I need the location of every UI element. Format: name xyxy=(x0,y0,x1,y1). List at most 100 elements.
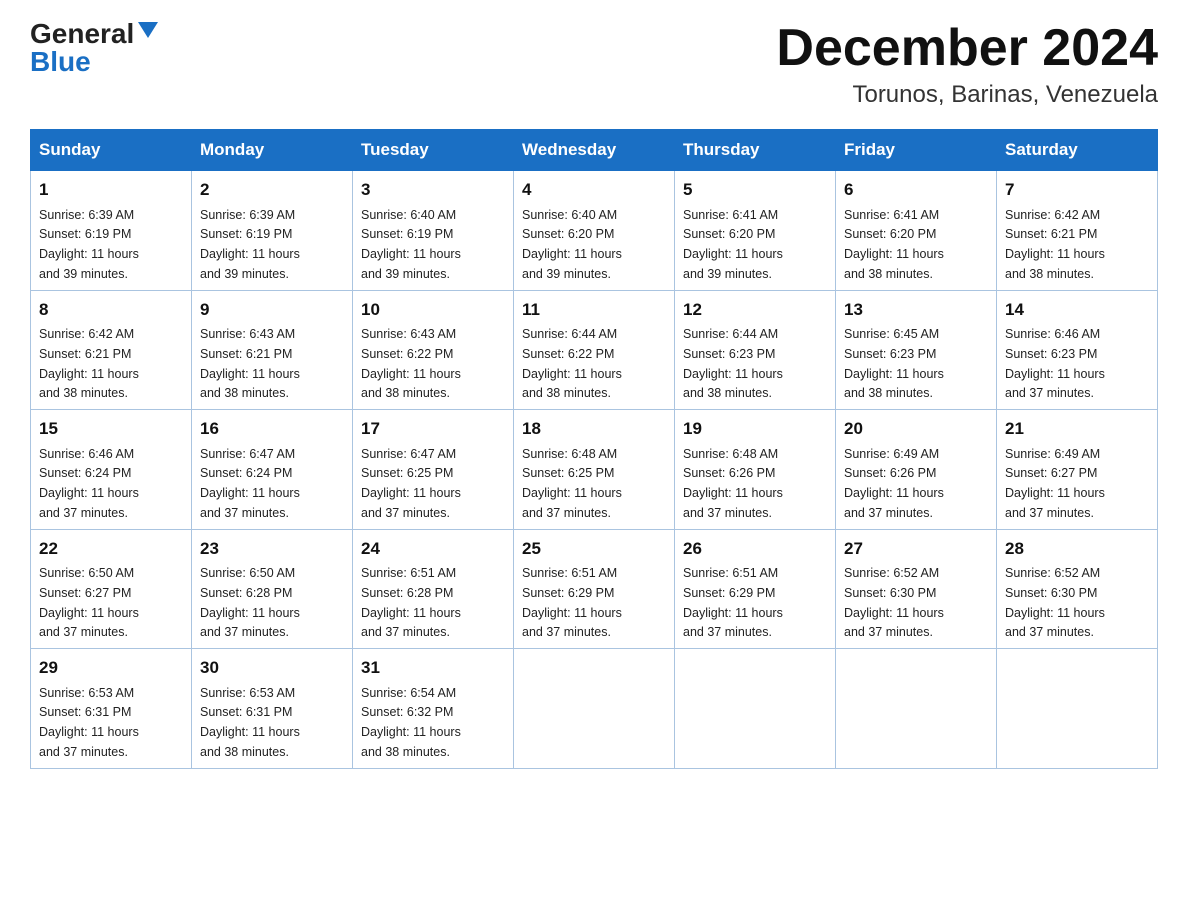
day-number: 8 xyxy=(39,297,183,323)
calendar-cell xyxy=(514,649,675,769)
day-info: Sunrise: 6:54 AMSunset: 6:32 PMDaylight:… xyxy=(361,686,461,759)
calendar-cell: 27 Sunrise: 6:52 AMSunset: 6:30 PMDaylig… xyxy=(836,529,997,649)
day-info: Sunrise: 6:40 AMSunset: 6:20 PMDaylight:… xyxy=(522,208,622,281)
calendar-cell: 4 Sunrise: 6:40 AMSunset: 6:20 PMDayligh… xyxy=(514,171,675,291)
day-info: Sunrise: 6:44 AMSunset: 6:23 PMDaylight:… xyxy=(683,327,783,400)
day-info: Sunrise: 6:48 AMSunset: 6:26 PMDaylight:… xyxy=(683,447,783,520)
day-info: Sunrise: 6:46 AMSunset: 6:23 PMDaylight:… xyxy=(1005,327,1105,400)
calendar-cell: 19 Sunrise: 6:48 AMSunset: 6:26 PMDaylig… xyxy=(675,410,836,530)
day-number: 15 xyxy=(39,416,183,442)
day-number: 11 xyxy=(522,297,666,323)
calendar-cell: 11 Sunrise: 6:44 AMSunset: 6:22 PMDaylig… xyxy=(514,290,675,410)
calendar-cell: 7 Sunrise: 6:42 AMSunset: 6:21 PMDayligh… xyxy=(997,171,1158,291)
calendar-cell: 31 Sunrise: 6:54 AMSunset: 6:32 PMDaylig… xyxy=(353,649,514,769)
day-info: Sunrise: 6:52 AMSunset: 6:30 PMDaylight:… xyxy=(1005,566,1105,639)
logo: General Blue xyxy=(30,20,158,76)
col-header-wednesday: Wednesday xyxy=(514,130,675,171)
day-number: 30 xyxy=(200,655,344,681)
day-number: 3 xyxy=(361,177,505,203)
calendar-cell: 12 Sunrise: 6:44 AMSunset: 6:23 PMDaylig… xyxy=(675,290,836,410)
day-info: Sunrise: 6:47 AMSunset: 6:25 PMDaylight:… xyxy=(361,447,461,520)
day-info: Sunrise: 6:50 AMSunset: 6:28 PMDaylight:… xyxy=(200,566,300,639)
col-header-tuesday: Tuesday xyxy=(353,130,514,171)
day-info: Sunrise: 6:49 AMSunset: 6:27 PMDaylight:… xyxy=(1005,447,1105,520)
calendar-cell: 13 Sunrise: 6:45 AMSunset: 6:23 PMDaylig… xyxy=(836,290,997,410)
col-header-sunday: Sunday xyxy=(31,130,192,171)
logo-triangle-icon xyxy=(138,22,158,38)
calendar-week-3: 15 Sunrise: 6:46 AMSunset: 6:24 PMDaylig… xyxy=(31,410,1158,530)
day-info: Sunrise: 6:39 AMSunset: 6:19 PMDaylight:… xyxy=(200,208,300,281)
day-number: 12 xyxy=(683,297,827,323)
day-info: Sunrise: 6:41 AMSunset: 6:20 PMDaylight:… xyxy=(683,208,783,281)
day-number: 9 xyxy=(200,297,344,323)
calendar-cell xyxy=(836,649,997,769)
day-info: Sunrise: 6:47 AMSunset: 6:24 PMDaylight:… xyxy=(200,447,300,520)
page-header: General Blue December 2024 Torunos, Bari… xyxy=(30,20,1158,109)
calendar-cell: 24 Sunrise: 6:51 AMSunset: 6:28 PMDaylig… xyxy=(353,529,514,649)
calendar-week-5: 29 Sunrise: 6:53 AMSunset: 6:31 PMDaylig… xyxy=(31,649,1158,769)
day-info: Sunrise: 6:50 AMSunset: 6:27 PMDaylight:… xyxy=(39,566,139,639)
calendar-cell: 8 Sunrise: 6:42 AMSunset: 6:21 PMDayligh… xyxy=(31,290,192,410)
title-block: December 2024 Torunos, Barinas, Venezuel… xyxy=(776,20,1158,109)
day-number: 21 xyxy=(1005,416,1149,442)
day-number: 6 xyxy=(844,177,988,203)
day-number: 10 xyxy=(361,297,505,323)
day-info: Sunrise: 6:45 AMSunset: 6:23 PMDaylight:… xyxy=(844,327,944,400)
calendar-cell: 14 Sunrise: 6:46 AMSunset: 6:23 PMDaylig… xyxy=(997,290,1158,410)
day-number: 13 xyxy=(844,297,988,323)
day-number: 31 xyxy=(361,655,505,681)
day-info: Sunrise: 6:40 AMSunset: 6:19 PMDaylight:… xyxy=(361,208,461,281)
logo-blue-text: Blue xyxy=(30,48,91,76)
day-number: 2 xyxy=(200,177,344,203)
month-title: December 2024 xyxy=(776,20,1158,77)
day-number: 27 xyxy=(844,536,988,562)
calendar-cell: 30 Sunrise: 6:53 AMSunset: 6:31 PMDaylig… xyxy=(192,649,353,769)
col-header-monday: Monday xyxy=(192,130,353,171)
calendar-cell: 3 Sunrise: 6:40 AMSunset: 6:19 PMDayligh… xyxy=(353,171,514,291)
calendar-cell: 21 Sunrise: 6:49 AMSunset: 6:27 PMDaylig… xyxy=(997,410,1158,530)
day-info: Sunrise: 6:53 AMSunset: 6:31 PMDaylight:… xyxy=(200,686,300,759)
day-number: 22 xyxy=(39,536,183,562)
col-header-thursday: Thursday xyxy=(675,130,836,171)
calendar-cell: 10 Sunrise: 6:43 AMSunset: 6:22 PMDaylig… xyxy=(353,290,514,410)
day-number: 14 xyxy=(1005,297,1149,323)
calendar-cell: 16 Sunrise: 6:47 AMSunset: 6:24 PMDaylig… xyxy=(192,410,353,530)
calendar-cell: 5 Sunrise: 6:41 AMSunset: 6:20 PMDayligh… xyxy=(675,171,836,291)
day-number: 26 xyxy=(683,536,827,562)
day-info: Sunrise: 6:51 AMSunset: 6:29 PMDaylight:… xyxy=(522,566,622,639)
location-title: Torunos, Barinas, Venezuela xyxy=(776,81,1158,109)
calendar-cell xyxy=(675,649,836,769)
day-info: Sunrise: 6:42 AMSunset: 6:21 PMDaylight:… xyxy=(39,327,139,400)
day-info: Sunrise: 6:49 AMSunset: 6:26 PMDaylight:… xyxy=(844,447,944,520)
day-number: 7 xyxy=(1005,177,1149,203)
day-number: 5 xyxy=(683,177,827,203)
day-info: Sunrise: 6:51 AMSunset: 6:29 PMDaylight:… xyxy=(683,566,783,639)
calendar-cell: 28 Sunrise: 6:52 AMSunset: 6:30 PMDaylig… xyxy=(997,529,1158,649)
calendar-cell: 18 Sunrise: 6:48 AMSunset: 6:25 PMDaylig… xyxy=(514,410,675,530)
day-number: 23 xyxy=(200,536,344,562)
col-header-friday: Friday xyxy=(836,130,997,171)
day-number: 24 xyxy=(361,536,505,562)
calendar-cell: 1 Sunrise: 6:39 AMSunset: 6:19 PMDayligh… xyxy=(31,171,192,291)
day-info: Sunrise: 6:51 AMSunset: 6:28 PMDaylight:… xyxy=(361,566,461,639)
day-info: Sunrise: 6:39 AMSunset: 6:19 PMDaylight:… xyxy=(39,208,139,281)
day-info: Sunrise: 6:48 AMSunset: 6:25 PMDaylight:… xyxy=(522,447,622,520)
calendar-cell: 9 Sunrise: 6:43 AMSunset: 6:21 PMDayligh… xyxy=(192,290,353,410)
day-info: Sunrise: 6:46 AMSunset: 6:24 PMDaylight:… xyxy=(39,447,139,520)
day-info: Sunrise: 6:42 AMSunset: 6:21 PMDaylight:… xyxy=(1005,208,1105,281)
calendar-table: SundayMondayTuesdayWednesdayThursdayFrid… xyxy=(30,129,1158,769)
day-number: 19 xyxy=(683,416,827,442)
day-number: 25 xyxy=(522,536,666,562)
calendar-cell: 25 Sunrise: 6:51 AMSunset: 6:29 PMDaylig… xyxy=(514,529,675,649)
calendar-week-4: 22 Sunrise: 6:50 AMSunset: 6:27 PMDaylig… xyxy=(31,529,1158,649)
col-header-saturday: Saturday xyxy=(997,130,1158,171)
calendar-cell: 29 Sunrise: 6:53 AMSunset: 6:31 PMDaylig… xyxy=(31,649,192,769)
day-info: Sunrise: 6:44 AMSunset: 6:22 PMDaylight:… xyxy=(522,327,622,400)
day-number: 4 xyxy=(522,177,666,203)
day-info: Sunrise: 6:43 AMSunset: 6:21 PMDaylight:… xyxy=(200,327,300,400)
day-number: 28 xyxy=(1005,536,1149,562)
calendar-cell: 2 Sunrise: 6:39 AMSunset: 6:19 PMDayligh… xyxy=(192,171,353,291)
calendar-cell xyxy=(997,649,1158,769)
day-info: Sunrise: 6:41 AMSunset: 6:20 PMDaylight:… xyxy=(844,208,944,281)
day-info: Sunrise: 6:52 AMSunset: 6:30 PMDaylight:… xyxy=(844,566,944,639)
